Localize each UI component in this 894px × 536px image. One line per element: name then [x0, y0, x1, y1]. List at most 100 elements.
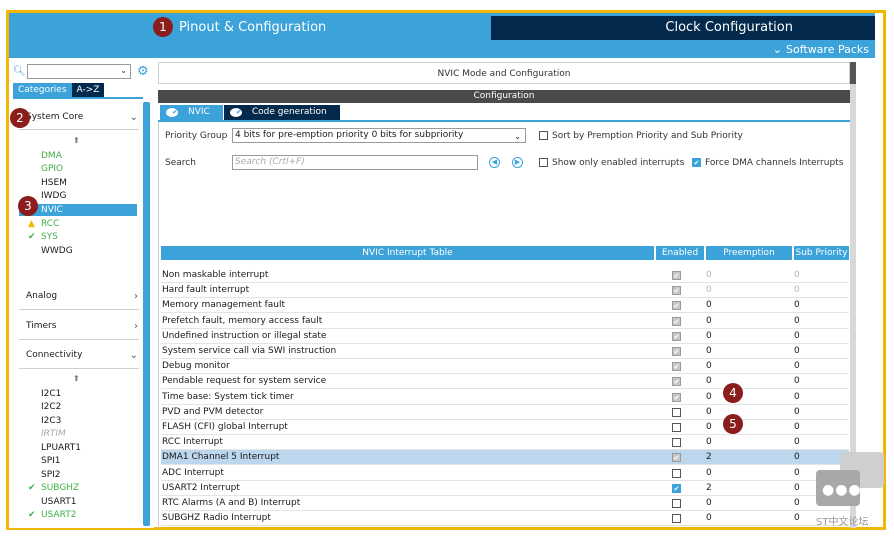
sidebar-item-rcc[interactable]: ▲ RCC [28, 218, 59, 230]
sub-priority-cell[interactable]: 0 [794, 285, 800, 295]
column-header-preemption[interactable]: Preemption Priority [706, 246, 792, 272]
table-row[interactable]: Time base: System tick timer ✔ 0 0 [161, 390, 849, 405]
sub-priority-cell[interactable]: 0 [794, 513, 800, 523]
enabled-checkbox[interactable] [672, 423, 681, 432]
preemption-priority-cell[interactable]: 0 [706, 498, 712, 508]
tab-nvic[interactable]: ✔ NVIC [160, 105, 223, 120]
tab-a-to-z[interactable]: A->Z [71, 83, 105, 97]
sub-priority-cell[interactable]: 0 [794, 407, 800, 417]
sub-priority-cell[interactable]: 0 [794, 346, 800, 356]
sidebar-item-i2c1[interactable]: I2C1 [41, 388, 61, 400]
sub-priority-cell[interactable]: 0 [794, 483, 800, 493]
preemption-priority-cell[interactable]: 0 [706, 331, 712, 341]
preemption-priority-cell[interactable]: 0 [706, 513, 712, 523]
sidebar-item-iwdg[interactable]: IWDG [41, 190, 66, 202]
sub-priority-cell[interactable]: 0 [794, 422, 800, 432]
sub-priority-cell[interactable]: 0 [794, 376, 800, 386]
table-row[interactable]: ADC Interrupt 0 0 [161, 466, 849, 481]
tab-categories[interactable]: Categories [13, 83, 72, 97]
preemption-priority-cell[interactable]: 0 [706, 468, 712, 478]
enabled-checkbox[interactable] [672, 499, 681, 508]
enabled-checkbox[interactable] [672, 514, 681, 524]
preemption-priority-cell[interactable]: 0 [706, 392, 712, 402]
sub-priority-cell[interactable]: 0 [794, 316, 800, 326]
column-header-enabled[interactable]: Enabled [656, 246, 704, 260]
table-row[interactable]: Memory management fault ✔ 0 0 [161, 298, 849, 314]
sort-by-priority-checkbox[interactable] [539, 131, 548, 140]
table-row[interactable]: RCC Interrupt 0 0 [161, 435, 849, 451]
table-row[interactable]: USART2 Interrupt ✔ 2 0 [161, 481, 849, 496]
search-previous-icon[interactable]: ◀ [489, 157, 500, 168]
preemption-priority-cell[interactable]: 0 [706, 422, 712, 432]
preemption-priority-cell[interactable]: 2 [706, 483, 712, 493]
table-row[interactable]: Prefetch fault, memory access fault ✔ 0 0 [161, 314, 849, 329]
priority-group-select[interactable]: 4 bits for pre-emption priority 0 bits f… [232, 128, 526, 143]
preemption-priority-cell[interactable]: 0 [706, 270, 712, 280]
software-packs-menu[interactable]: ⌄ Software Packs [773, 43, 869, 56]
preemption-priority-cell[interactable]: 0 [706, 300, 712, 310]
sub-priority-cell[interactable]: 0 [794, 392, 800, 402]
sub-priority-cell[interactable]: 0 [794, 498, 800, 508]
sidebar-item-lpuart1[interactable]: LPUART1 [41, 442, 81, 454]
sub-priority-cell[interactable]: 0 [794, 468, 800, 478]
column-header-name[interactable]: NVIC Interrupt Table [161, 246, 654, 260]
tab-pinout-configuration[interactable]: Pinout & Configuration [159, 16, 499, 40]
sub-priority-cell[interactable]: 0 [794, 452, 800, 462]
table-row[interactable]: SUBGHZ Radio Interrupt 0 0 [161, 511, 849, 527]
column-header-sub-priority[interactable]: Sub Priority [794, 246, 849, 260]
preemption-priority-cell[interactable]: 2 [706, 452, 712, 462]
enabled-checkbox[interactable] [672, 468, 681, 478]
preemption-priority-cell[interactable]: 0 [706, 285, 712, 295]
sidebar-item-hsem[interactable]: HSEM [41, 177, 67, 189]
sub-priority-cell[interactable]: 0 [794, 331, 800, 341]
sub-priority-cell[interactable]: 0 [794, 437, 800, 447]
section-system-core[interactable]: System Core ⌄ [26, 112, 138, 126]
table-row[interactable]: Debug monitor ✔ 0 0 [161, 359, 849, 375]
category-scrollbar[interactable] [143, 102, 150, 526]
preemption-priority-cell[interactable]: 0 [706, 361, 712, 371]
chevron-down-icon[interactable]: ⌄ [120, 66, 127, 75]
force-dma-checkbox[interactable]: ✔ [692, 158, 701, 167]
sidebar-item-spi2[interactable]: SPI2 [41, 469, 61, 481]
search-next-icon[interactable]: ▶ [512, 157, 523, 168]
sidebar-item-subghz[interactable]: ✔ SUBGHZ [28, 482, 79, 494]
show-enabled-checkbox[interactable] [539, 158, 548, 167]
tab-clock-configuration[interactable]: Clock Configuration [491, 16, 875, 40]
table-row[interactable]: Hard fault interrupt ✔ 0 0 [161, 283, 849, 299]
scrollbar-thumb[interactable] [850, 62, 856, 84]
sidebar-item-dma[interactable]: DMA [41, 150, 62, 162]
sidebar-item-usart2[interactable]: ✔ USART2 [28, 509, 76, 521]
preemption-priority-cell[interactable]: 0 [706, 437, 712, 447]
sidebar-item-sys[interactable]: ✔ SYS [28, 231, 58, 243]
scroll-up-icon[interactable]: ⬆ [73, 374, 80, 383]
preemption-priority-cell[interactable]: 0 [706, 346, 712, 356]
table-row[interactable]: System service call via SWI instruction ✔… [161, 344, 849, 359]
preemption-priority-cell[interactable]: 0 [706, 376, 712, 386]
sidebar-item-usart1[interactable]: USART1 [41, 496, 76, 508]
tab-code-generation[interactable]: ✔ Code generation [223, 105, 340, 120]
section-analog[interactable]: Analog › [26, 291, 138, 305]
enabled-checkbox[interactable] [672, 438, 681, 448]
table-row[interactable]: Non maskable interrupt ✔ 0 0 [161, 268, 849, 283]
table-row[interactable]: DMA1 Channel 5 Interrupt ✔ 2 0 [161, 450, 849, 466]
interrupt-search-input[interactable]: Search (Crtl+F) [232, 155, 478, 170]
sidebar-item-i2c3[interactable]: I2C3 [41, 415, 61, 427]
category-search-input[interactable]: ⌄ [27, 64, 131, 79]
section-connectivity[interactable]: Connectivity ⌄ [26, 350, 138, 364]
sub-priority-cell[interactable]: 0 [794, 270, 800, 280]
sidebar-item-gpio[interactable]: GPIO [41, 163, 63, 175]
gear-icon[interactable]: ⚙ [137, 64, 149, 79]
section-timers[interactable]: Timers › [26, 321, 138, 335]
table-row[interactable]: Undefined instruction or illegal state ✔ 0… [161, 329, 849, 344]
sub-priority-cell[interactable]: 0 [794, 300, 800, 310]
table-row[interactable]: FLASH (CFI) global Interrupt 0 0 [161, 420, 849, 435]
table-row[interactable]: Pendable request for system service ✔ 0 0 [161, 374, 849, 390]
sidebar-item-spi1[interactable]: SPI1 [41, 455, 61, 467]
table-row[interactable]: PVD and PVM detector 0 0 [161, 405, 849, 420]
sub-priority-cell[interactable]: 0 [794, 361, 800, 371]
table-row[interactable]: RTC Alarms (A and B) Interrupt 0 0 [161, 496, 849, 511]
enabled-checkbox[interactable] [672, 407, 681, 417]
enabled-checkbox[interactable]: ✔ [672, 483, 681, 493]
scroll-up-icon[interactable]: ⬆ [73, 136, 80, 145]
preemption-priority-cell[interactable]: 0 [706, 316, 712, 326]
